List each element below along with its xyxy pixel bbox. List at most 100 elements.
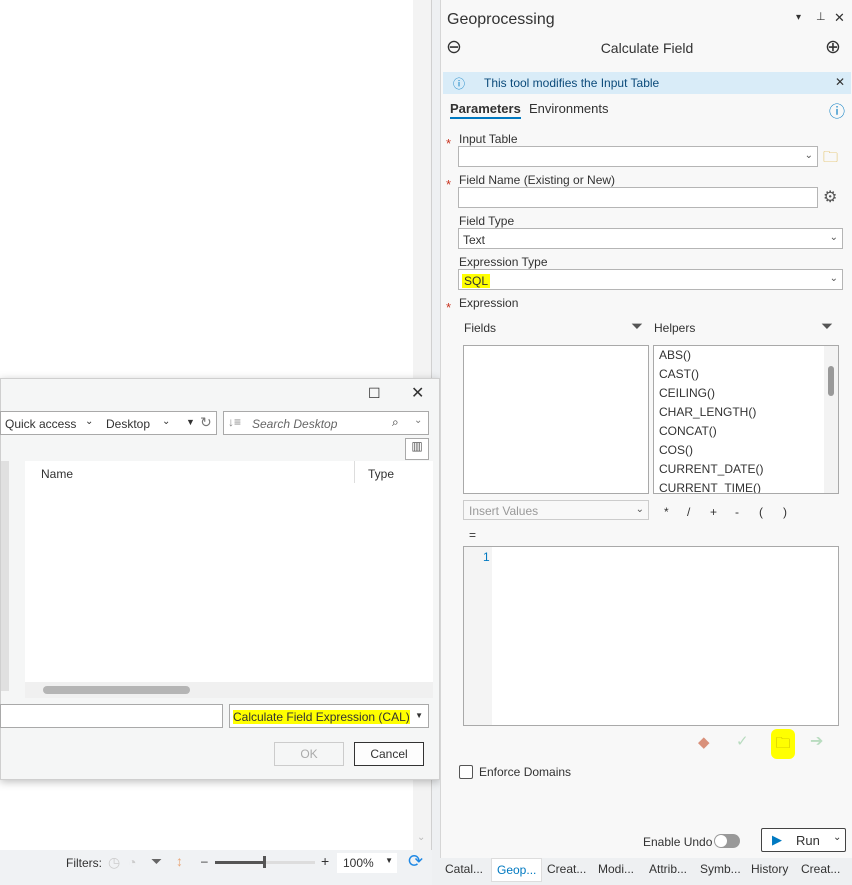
zoom-select[interactable]: 100% ▼ — [337, 853, 397, 873]
column-header-type[interactable]: Type — [368, 467, 394, 481]
helper-item[interactable]: CURRENT_DATE() — [654, 460, 838, 479]
zoom-slider[interactable] — [215, 856, 315, 868]
chevron-down-icon[interactable]: ⌄ — [414, 415, 422, 426]
field-name-input[interactable] — [458, 187, 818, 208]
helper-item[interactable]: ABS() — [654, 346, 838, 365]
time-filter-icon[interactable]: ◷ — [108, 854, 120, 871]
chevron-down-icon[interactable]: ⌄ — [162, 416, 170, 427]
expression-type-label: Expression Type — [459, 255, 548, 269]
helper-item[interactable]: CONCAT() — [654, 422, 838, 441]
help-icon[interactable]: ⓘ — [829, 98, 845, 122]
tab-modify[interactable]: Modi... — [598, 862, 634, 876]
browse-folder-icon[interactable]: 🗀 — [823, 147, 838, 172]
helper-item[interactable]: CEILING() — [654, 384, 838, 403]
options-icon[interactable]: ▾ — [796, 12, 801, 23]
field-name-label: Field Name (Existing or New) — [459, 173, 616, 187]
operator-add[interactable]: + — [710, 505, 717, 519]
save-file-dialog: ☐ ✕ Quick access ⌄ Desktop ⌄ ▼ ↻ ↓≡ Sear… — [0, 378, 440, 780]
fields-list[interactable] — [463, 345, 649, 494]
column-header-name[interactable]: Name — [41, 467, 73, 481]
helper-item[interactable]: CAST() — [654, 365, 838, 384]
tab-history[interactable]: History — [751, 862, 788, 876]
sort-icon[interactable]: ↓≡ — [228, 415, 241, 429]
helper-item[interactable]: COS() — [654, 441, 838, 460]
pin-icon[interactable]: ⊥ — [816, 10, 826, 23]
tab-geoprocessing[interactable]: Geop... — [491, 858, 543, 882]
search-input[interactable]: Search Desktop — [252, 417, 337, 431]
export-arrow-icon[interactable]: ➔ — [810, 731, 823, 751]
insert-values-select[interactable]: Insert Values ⌄ — [463, 500, 649, 520]
field-type-label: Field Type — [459, 214, 515, 228]
refresh-icon[interactable]: ↻ — [200, 414, 212, 431]
search-icon[interactable]: ⌕ — [392, 415, 399, 430]
operator-multiply[interactable]: * — [664, 505, 669, 519]
ok-button[interactable]: OK — [274, 742, 344, 766]
add-icon[interactable]: ⊕ — [825, 36, 841, 59]
helpers-scrollbar[interactable] — [824, 346, 838, 493]
close-icon[interactable]: ✕ — [834, 10, 845, 26]
expression-editor[interactable]: 1 — [463, 546, 839, 726]
play-icon: ▶ — [772, 832, 782, 847]
tool-title: Calculate Field — [600, 40, 694, 56]
chevron-down-icon[interactable]: ⌄ — [85, 416, 93, 427]
operator-subtract[interactable]: - — [735, 505, 739, 519]
filter-table-icon[interactable]: ⏷ — [151, 853, 162, 870]
scroll-down-icon[interactable]: ⌄ — [417, 832, 425, 843]
cancel-button[interactable]: Cancel — [354, 742, 424, 766]
input-table-label: Input Table — [459, 132, 518, 146]
info-banner: ⓘ This tool modifies the Input Table ✕ — [443, 72, 851, 94]
refresh-icon[interactable]: ⟳ — [408, 851, 423, 872]
sort-icon[interactable]: ↕ — [176, 853, 183, 869]
line-number: 1 — [483, 550, 490, 564]
operator-open-paren[interactable]: ( — [759, 505, 763, 519]
enforce-domains-checkbox[interactable] — [459, 765, 473, 779]
input-table-select[interactable]: ⌄ — [458, 146, 818, 167]
tab-create-1[interactable]: Creat... — [547, 862, 586, 876]
expression-type-select[interactable]: SQL ⌄ — [458, 269, 843, 290]
clear-eraser-icon[interactable]: ◆ — [698, 733, 710, 751]
close-button[interactable]: ✕ — [411, 383, 424, 403]
close-banner-icon[interactable]: ✕ — [835, 75, 845, 89]
zoom-out-button[interactable]: – — [201, 854, 208, 868]
file-type-select[interactable]: Calculate Field Expression (CAL) ▼ — [229, 704, 429, 728]
tab-parameters[interactable]: Parameters — [450, 101, 521, 119]
horizontal-scrollbar[interactable] — [25, 682, 433, 698]
fields-label: Fields — [464, 321, 497, 335]
range-filter-icon[interactable]: ◔ — [128, 854, 136, 870]
tab-attributes[interactable]: Attrib... — [649, 862, 687, 876]
enforce-domains-label: Enforce Domains — [479, 765, 572, 779]
operator-divide[interactable]: / — [687, 505, 690, 519]
breadcrumb-desktop[interactable]: Desktop — [106, 417, 150, 431]
filename-input[interactable] — [0, 704, 223, 728]
nav-scrollbar[interactable] — [1, 461, 9, 691]
zoom-in-button[interactable]: + — [321, 853, 329, 869]
tab-create-2[interactable]: Creat... — [801, 862, 840, 876]
tab-symbology[interactable]: Symb... — [700, 862, 741, 876]
search-box[interactable]: ↓≡ Search Desktop ⌕ ⌄ — [223, 411, 429, 435]
status-bar: Filters: ◷ ◔ ⏷ ↕ – + 100% ▼ ⟳ — [0, 850, 432, 885]
verify-check-icon[interactable]: ✓ — [736, 732, 749, 750]
view-options-icon[interactable]: ▥ — [405, 438, 429, 460]
chevron-down-icon[interactable]: ⌄ — [833, 832, 841, 843]
filters-label: Filters: — [66, 856, 102, 870]
helper-item[interactable]: CHAR_LENGTH() — [654, 403, 838, 422]
info-text: This tool modifies the Input Table — [484, 76, 660, 90]
maximize-button[interactable]: ☐ — [368, 385, 381, 402]
helpers-list[interactable]: ABS() CAST() CEILING() CHAR_LENGTH() CON… — [653, 345, 839, 494]
operator-close-paren[interactable]: ) — [783, 505, 787, 519]
load-folder-icon[interactable]: 🗀 — [771, 729, 795, 759]
filter-icon[interactable]: ⏷ — [631, 318, 643, 335]
history-dropdown-icon[interactable]: ▼ — [186, 417, 195, 427]
info-icon: ⓘ — [453, 77, 466, 91]
gear-icon[interactable]: ⚙ — [823, 187, 837, 207]
tab-catalog[interactable]: Catal... — [445, 862, 483, 876]
file-list[interactable]: Name Type — [25, 461, 433, 683]
helper-item[interactable]: CURRENT_TIME() — [654, 479, 838, 493]
field-type-select[interactable]: Text ⌄ — [458, 228, 843, 249]
address-bar[interactable]: Quick access ⌄ Desktop ⌄ ▼ ↻ — [0, 411, 217, 435]
enable-undo-toggle[interactable] — [714, 834, 740, 848]
filter-icon[interactable]: ⏷ — [821, 318, 833, 335]
run-button[interactable]: ▶ Run ⌄ — [761, 828, 846, 852]
tab-environments[interactable]: Environments — [529, 101, 608, 116]
breadcrumb-quick-access[interactable]: Quick access — [5, 417, 76, 431]
